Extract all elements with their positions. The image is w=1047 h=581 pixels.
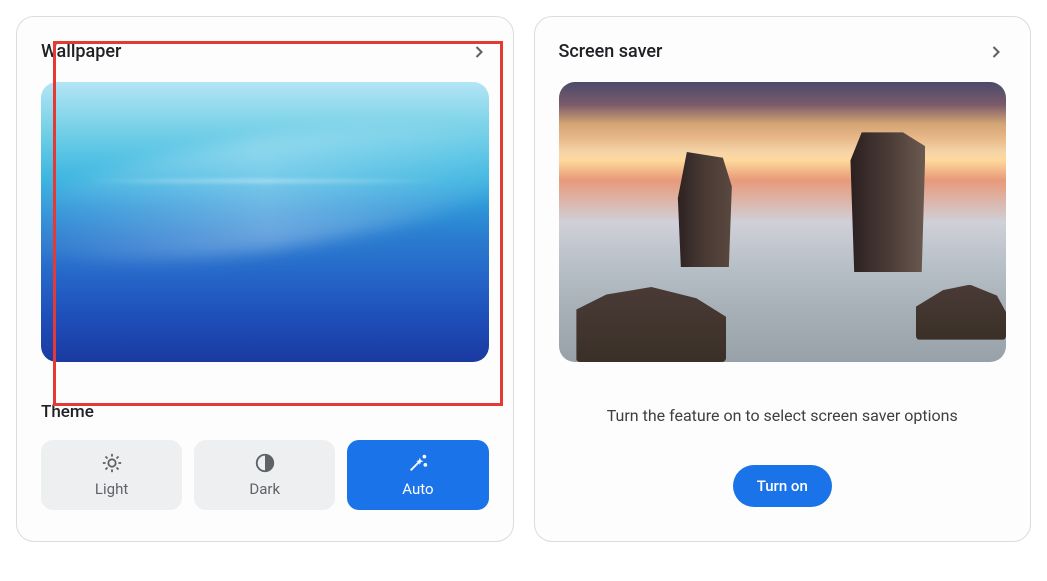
chevron-right-icon bbox=[986, 42, 1006, 62]
theme-dark-label: Dark bbox=[249, 480, 280, 498]
wallpaper-card: Wallpaper Theme Light bbox=[16, 16, 514, 542]
screensaver-header[interactable]: Screen saver bbox=[559, 41, 1007, 62]
chevron-right-icon bbox=[469, 42, 489, 62]
wallpaper-title: Wallpaper bbox=[41, 41, 121, 62]
wallpaper-preview[interactable] bbox=[41, 82, 489, 362]
theme-button-group: Light Dark Auto bbox=[41, 440, 489, 510]
theme-light-label: Light bbox=[95, 480, 128, 498]
theme-title: Theme bbox=[41, 402, 489, 422]
magic-wand-icon bbox=[407, 452, 429, 474]
brightness-icon bbox=[101, 452, 123, 474]
theme-auto-button[interactable]: Auto bbox=[347, 440, 488, 510]
screensaver-info-text: Turn the feature on to select screen sav… bbox=[559, 406, 1007, 425]
contrast-icon bbox=[254, 452, 276, 474]
screensaver-preview[interactable] bbox=[559, 82, 1007, 362]
screensaver-card: Screen saver Turn the feature on to sele… bbox=[534, 16, 1032, 542]
screensaver-title: Screen saver bbox=[559, 41, 663, 62]
wallpaper-header[interactable]: Wallpaper bbox=[41, 41, 489, 62]
theme-dark-button[interactable]: Dark bbox=[194, 440, 335, 510]
theme-light-button[interactable]: Light bbox=[41, 440, 182, 510]
turn-on-button[interactable]: Turn on bbox=[733, 465, 832, 507]
theme-auto-label: Auto bbox=[402, 480, 433, 498]
